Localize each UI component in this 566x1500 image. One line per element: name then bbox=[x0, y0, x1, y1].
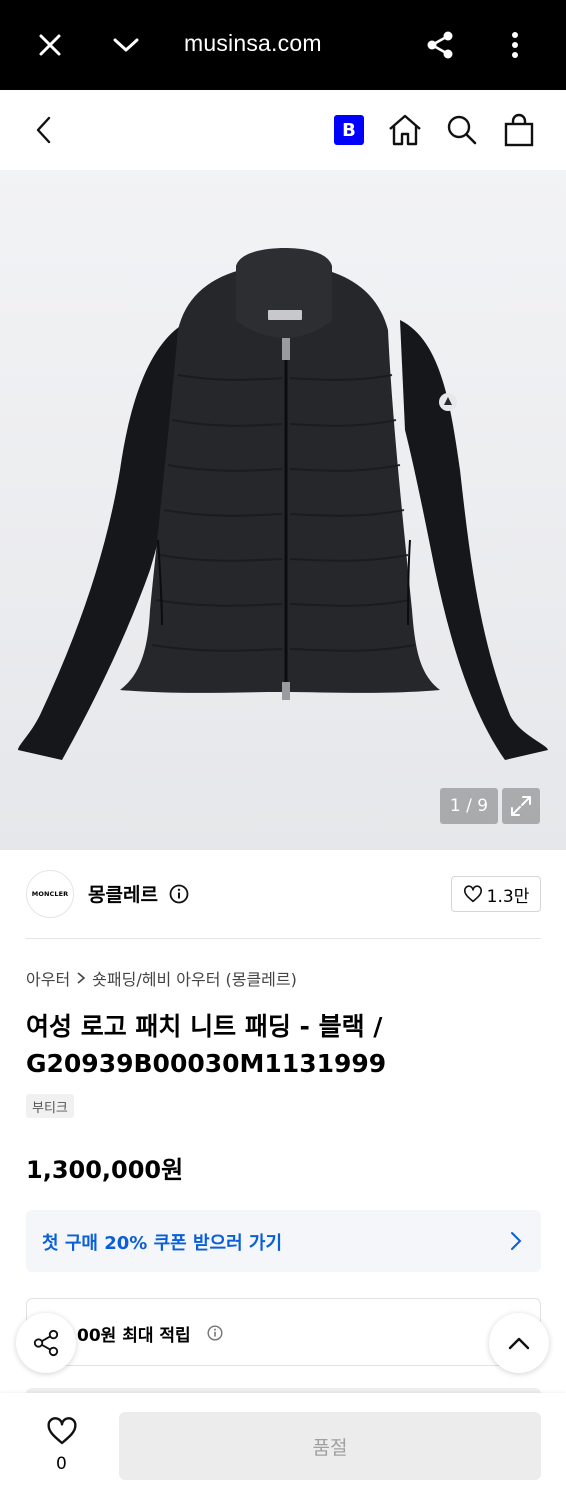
info-icon[interactable] bbox=[207, 1325, 223, 1341]
breadcrumb-category[interactable]: 아우터 bbox=[26, 966, 70, 990]
share-icon[interactable] bbox=[422, 27, 458, 63]
like-count: 1.3만 bbox=[486, 886, 530, 907]
product-image[interactable] bbox=[0, 170, 566, 850]
breadcrumb: 아우터 숏패딩/헤비 아우터 (몽클레르) bbox=[26, 966, 297, 990]
shopping-bag-icon[interactable] bbox=[501, 112, 537, 148]
soldout-button[interactable]: 품절 bbox=[119, 1412, 541, 1480]
chevron-right-icon bbox=[511, 1232, 522, 1250]
expand-button[interactable] bbox=[502, 788, 540, 824]
chevron-up-icon bbox=[508, 1337, 530, 1350]
heart-icon bbox=[463, 885, 482, 903]
product-title: 여성 로고 패치 니트 패딩 - 블랙 / G20939B00030M11319… bbox=[26, 1012, 387, 1078]
close-icon[interactable] bbox=[32, 27, 68, 63]
chevron-right-icon bbox=[77, 972, 86, 984]
coupon-banner[interactable]: 첫 구매 20% 쿠폰 받으러 가기 bbox=[26, 1210, 541, 1272]
heart-icon bbox=[47, 1417, 77, 1445]
product-price: 1,300,000원 bbox=[26, 1156, 184, 1184]
more-vertical-icon[interactable] bbox=[497, 27, 533, 63]
like-button[interactable]: 1.3만 bbox=[451, 876, 541, 912]
brand-badge[interactable]: B bbox=[334, 115, 364, 145]
chevron-down-icon[interactable] bbox=[108, 27, 144, 63]
share-icon bbox=[33, 1329, 59, 1357]
url-text[interactable]: musinsa.com bbox=[184, 30, 322, 57]
brand-name[interactable]: 몽클레르 bbox=[88, 880, 158, 907]
points-text: 00원 최대 적립 bbox=[77, 1326, 191, 1346]
image-counter: 1 / 9 bbox=[440, 788, 498, 824]
info-icon[interactable] bbox=[169, 884, 189, 908]
wishlist-count: 0 bbox=[56, 1454, 67, 1474]
points-box: 00원 최대 적립 bbox=[26, 1298, 541, 1366]
back-icon[interactable] bbox=[26, 112, 62, 148]
divider bbox=[26, 938, 541, 939]
jacket-illustration bbox=[0, 170, 566, 850]
scroll-top-button[interactable] bbox=[489, 1313, 549, 1373]
coupon-text: 첫 구매 20% 쿠폰 받으러 가기 bbox=[42, 1233, 283, 1254]
app-header bbox=[0, 90, 566, 170]
browser-toolbar: musinsa.com bbox=[0, 0, 566, 90]
home-icon[interactable] bbox=[387, 112, 423, 148]
wishlist-button[interactable] bbox=[46, 1416, 78, 1450]
search-icon[interactable] bbox=[444, 112, 480, 148]
expand-icon bbox=[511, 796, 531, 816]
floating-share-button[interactable] bbox=[16, 1313, 76, 1373]
breadcrumb-subcategory[interactable]: 숏패딩/헤비 아우터 (몽클레르) bbox=[92, 966, 297, 990]
boutique-badge: 부티크 bbox=[26, 1094, 74, 1118]
brand-logo[interactable]: MONCLER bbox=[26, 870, 74, 918]
